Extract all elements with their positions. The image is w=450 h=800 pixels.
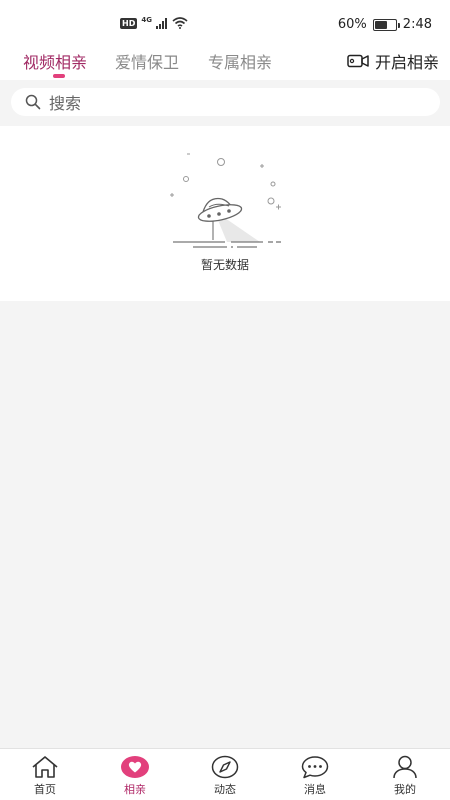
hd-badge: HD xyxy=(120,17,138,29)
ufo-icon xyxy=(170,153,281,248)
search-placeholder: 搜索 xyxy=(49,94,82,113)
nav-profile-label: 我的 xyxy=(394,783,416,796)
nav-moments[interactable]: 动态 xyxy=(195,755,255,797)
nav-dating[interactable]: 相亲 xyxy=(105,755,165,797)
status-left: HD 4G xyxy=(120,16,188,29)
tab-exclusive-dating[interactable]: 专属相亲 xyxy=(208,49,272,73)
clock: 2:48 xyxy=(402,17,432,32)
nav-messages-label: 消息 xyxy=(304,783,326,796)
top-tabs: 视频相亲 爱情保卫 专属相亲 开启相亲 xyxy=(0,44,450,80)
search-icon xyxy=(25,94,41,110)
home-icon xyxy=(32,756,58,778)
network-type: 4G xyxy=(141,16,152,24)
start-dating-label: 开启相亲 xyxy=(374,53,439,72)
battery-percent: 60% xyxy=(337,17,367,32)
wifi-icon xyxy=(172,17,188,29)
tab-video-dating[interactable]: 视频相亲 xyxy=(23,49,87,73)
nav-dating-label: 相亲 xyxy=(124,783,146,796)
battery-level xyxy=(374,20,387,29)
content-panel: 暂无数据 xyxy=(0,126,450,301)
search-area: 搜索 xyxy=(0,80,450,126)
signal-icon xyxy=(155,17,167,29)
battery-icon xyxy=(372,18,400,31)
tab-love-defense[interactable]: 爱情保卫 xyxy=(115,49,179,73)
compass-icon xyxy=(211,755,239,779)
empty-state-text: 暂无数据 xyxy=(200,258,249,272)
bottom-nav: 首页 相亲 动态 消息 我的 xyxy=(0,748,450,800)
nav-profile[interactable]: 我的 xyxy=(375,755,435,797)
active-tab-indicator xyxy=(53,74,65,78)
status-right: 60% 2:48 xyxy=(338,17,432,32)
status-bar: HD 4G 60% 2:48 xyxy=(0,0,450,50)
nav-home-label: 首页 xyxy=(34,783,56,796)
start-dating-button[interactable]: 开启相亲 xyxy=(347,49,439,73)
nav-home[interactable]: 首页 xyxy=(15,755,75,797)
heart-icon xyxy=(121,756,149,778)
nav-messages[interactable]: 消息 xyxy=(285,755,345,797)
chat-icon xyxy=(301,756,329,779)
search-input[interactable]: 搜索 xyxy=(11,88,440,116)
video-camera-icon xyxy=(347,54,369,68)
nav-moments-label: 动态 xyxy=(214,783,236,796)
user-icon xyxy=(393,755,417,779)
